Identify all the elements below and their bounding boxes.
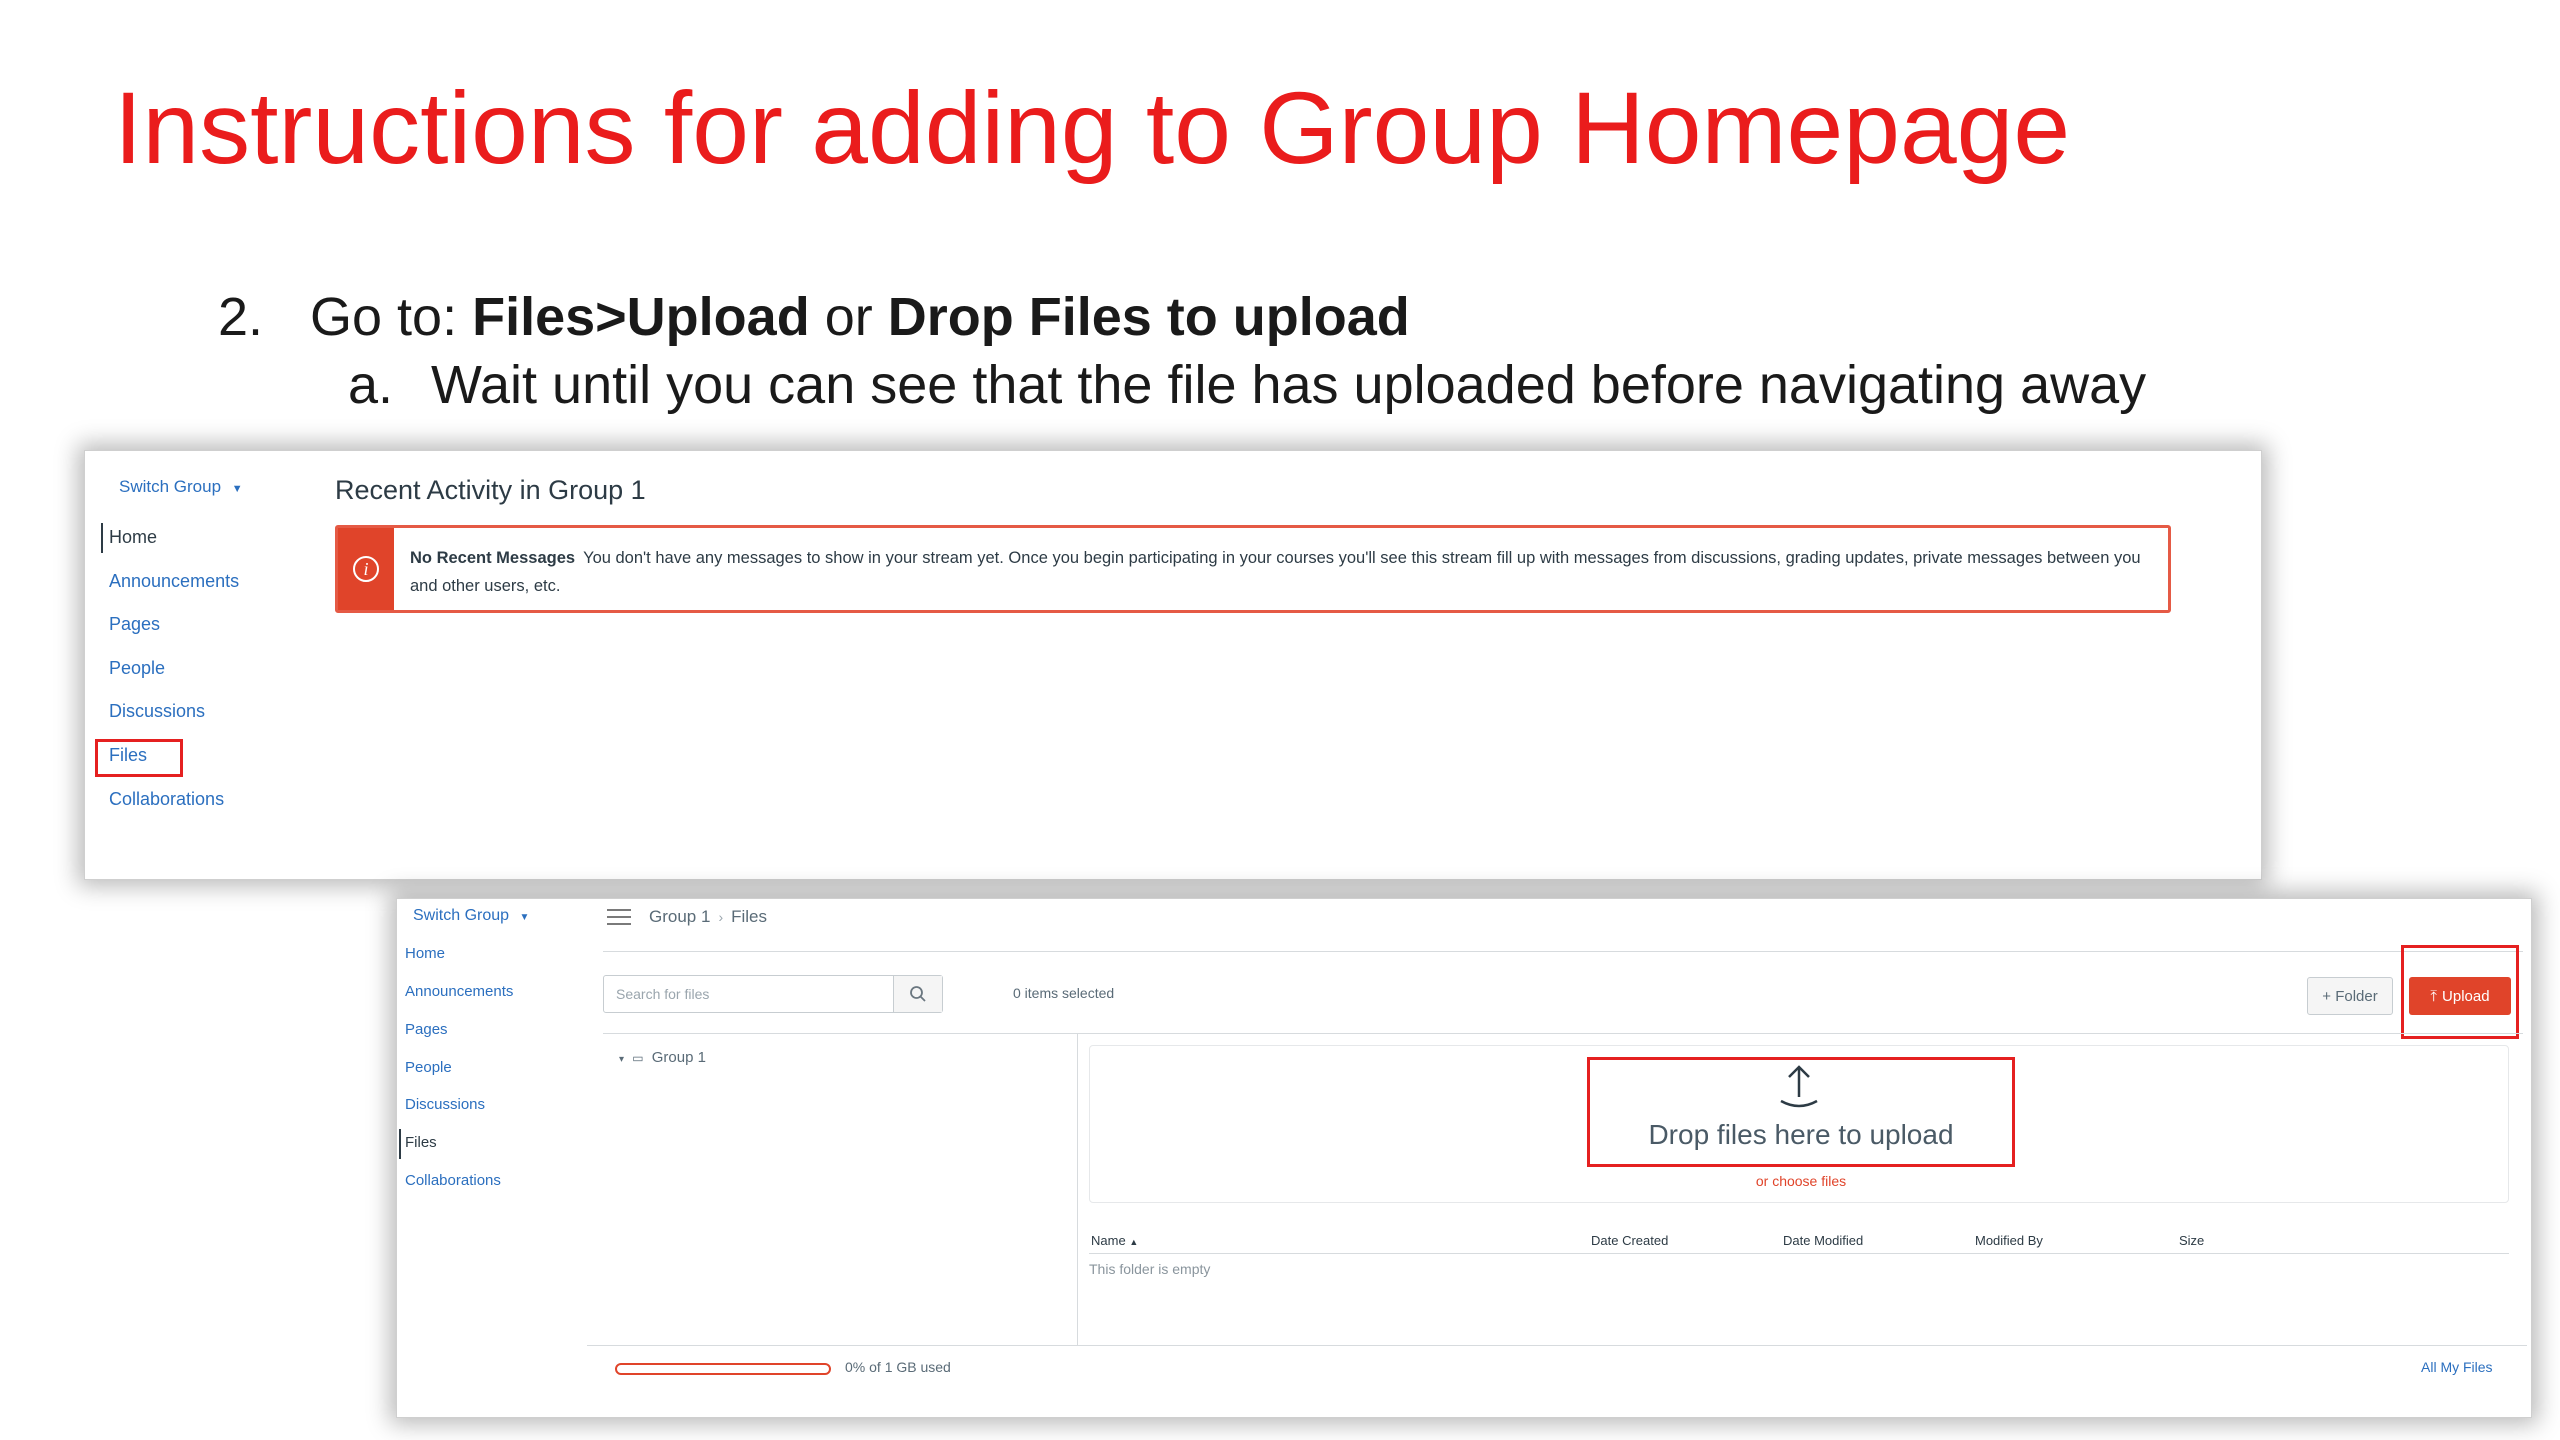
substep-text: Wait until you can see that the file has…	[431, 355, 2147, 415]
nav-discussions[interactable]: Discussions	[109, 701, 205, 722]
instruction-step: 2. Go to: Files>Upload or Drop Files to u…	[218, 286, 1410, 348]
nav-people[interactable]: People	[109, 658, 165, 679]
tree-divider	[1077, 1033, 1078, 1345]
alert-text: No Recent Messages You don't have any mes…	[410, 544, 2150, 600]
switch-group-label: Switch Group	[119, 477, 222, 496]
upload-highlight-box	[2401, 945, 2519, 1039]
choose-files-link[interactable]: or choose files	[1587, 1173, 2015, 1189]
all-my-files-link[interactable]: All My Files	[2421, 1359, 2493, 1375]
quota-progress-bar	[615, 1363, 831, 1375]
quota-text: 0% of 1 GB used	[845, 1359, 951, 1375]
nav2-people[interactable]: People	[405, 1059, 452, 1076]
no-messages-alert: i No Recent Messages You don't have any m…	[335, 525, 2171, 613]
info-icon: i	[353, 556, 379, 582]
column-modified-by[interactable]: Modified By	[1975, 1233, 2043, 1248]
header-divider	[603, 951, 2523, 952]
switch-group-menu[interactable]: Switch Group ▼	[119, 477, 243, 497]
folder-icon: ▭	[632, 1051, 644, 1065]
sort-up-icon: ▲	[1129, 1237, 1139, 1247]
nav2-pages[interactable]: Pages	[405, 1021, 448, 1038]
step-drop-files: Drop Files to upload	[887, 287, 1410, 347]
nav2-announcements[interactable]: Announcements	[405, 983, 513, 1000]
add-folder-button[interactable]: + Folder	[2307, 977, 2393, 1015]
nav2-files[interactable]: Files	[405, 1134, 437, 1151]
instruction-substep: a. Wait until you can see that the file h…	[348, 354, 2146, 416]
hamburger-icon[interactable]	[607, 909, 631, 927]
alert-icon-box: i	[338, 528, 394, 610]
recent-activity-title: Recent Activity in Group 1	[335, 475, 646, 505]
slide-title: Instructions for adding to Group Homepag…	[114, 71, 2071, 185]
column-date-created[interactable]: Date Created	[1591, 1233, 1668, 1248]
nav2-discussions[interactable]: Discussions	[405, 1096, 485, 1113]
step-number: 2.	[218, 287, 264, 347]
empty-folder-text: This folder is empty	[1089, 1261, 1211, 1277]
upload-arrow-icon	[1780, 1065, 1818, 1108]
step-prefix: Go to:	[310, 287, 473, 347]
files-highlight-box	[95, 739, 183, 777]
caret-right-icon: ›	[718, 909, 724, 925]
search-icon	[910, 986, 926, 1002]
group-files-screenshot: Switch Group ▼ Home Announcements Pages …	[396, 898, 2532, 1418]
column-name[interactable]: Name ▲	[1091, 1233, 1138, 1248]
folder-tree[interactable]: ▾ ▭ Group 1	[619, 1049, 706, 1066]
breadcrumb: Group 1 › Files	[649, 907, 767, 927]
items-selected-count: 0 items selected	[1013, 985, 1115, 1001]
active-nav-indicator	[101, 523, 103, 553]
breadcrumb-files[interactable]: Files	[731, 907, 767, 926]
footer-divider	[587, 1345, 2527, 1346]
switch-group-label-2: Switch Group	[413, 907, 510, 924]
nav2-collaborations[interactable]: Collaborations	[405, 1172, 501, 1189]
tree-root-label: Group 1	[651, 1049, 706, 1066]
search-button[interactable]	[893, 976, 942, 1012]
nav-pages[interactable]: Pages	[109, 614, 160, 635]
column-name-label: Name	[1091, 1233, 1126, 1248]
caret-down-icon: ▾	[619, 1054, 625, 1065]
group-home-screenshot: Switch Group ▼ Home Announcements Pages …	[84, 450, 2262, 880]
active-nav-indicator-2	[399, 1129, 401, 1159]
nav-announcements[interactable]: Announcements	[109, 571, 239, 592]
column-size[interactable]: Size	[2179, 1233, 2204, 1248]
step-middle: or	[809, 287, 888, 347]
file-search	[603, 975, 943, 1013]
alert-body: You don't have any messages to show in y…	[410, 549, 2141, 595]
switch-group-menu-2[interactable]: Switch Group ▼	[413, 907, 529, 925]
nav-home[interactable]: Home	[109, 527, 157, 548]
drop-files-text: Drop files here to upload	[1648, 1119, 1954, 1150]
step-files-upload: Files>Upload	[472, 287, 810, 347]
search-input[interactable]	[604, 976, 884, 1012]
toolbar-divider	[603, 1033, 2523, 1034]
alert-heading: No Recent Messages	[410, 549, 576, 567]
breadcrumb-group[interactable]: Group 1	[649, 907, 710, 926]
caret-down-icon: ▼	[231, 483, 243, 495]
column-date-modified[interactable]: Date Modified	[1783, 1233, 1863, 1248]
table-header-divider	[1089, 1253, 2509, 1254]
nav-collaborations[interactable]: Collaborations	[109, 789, 224, 810]
substep-letter: a.	[348, 355, 394, 415]
nav2-home[interactable]: Home	[405, 945, 445, 962]
caret-down-icon: ▼	[519, 912, 530, 923]
